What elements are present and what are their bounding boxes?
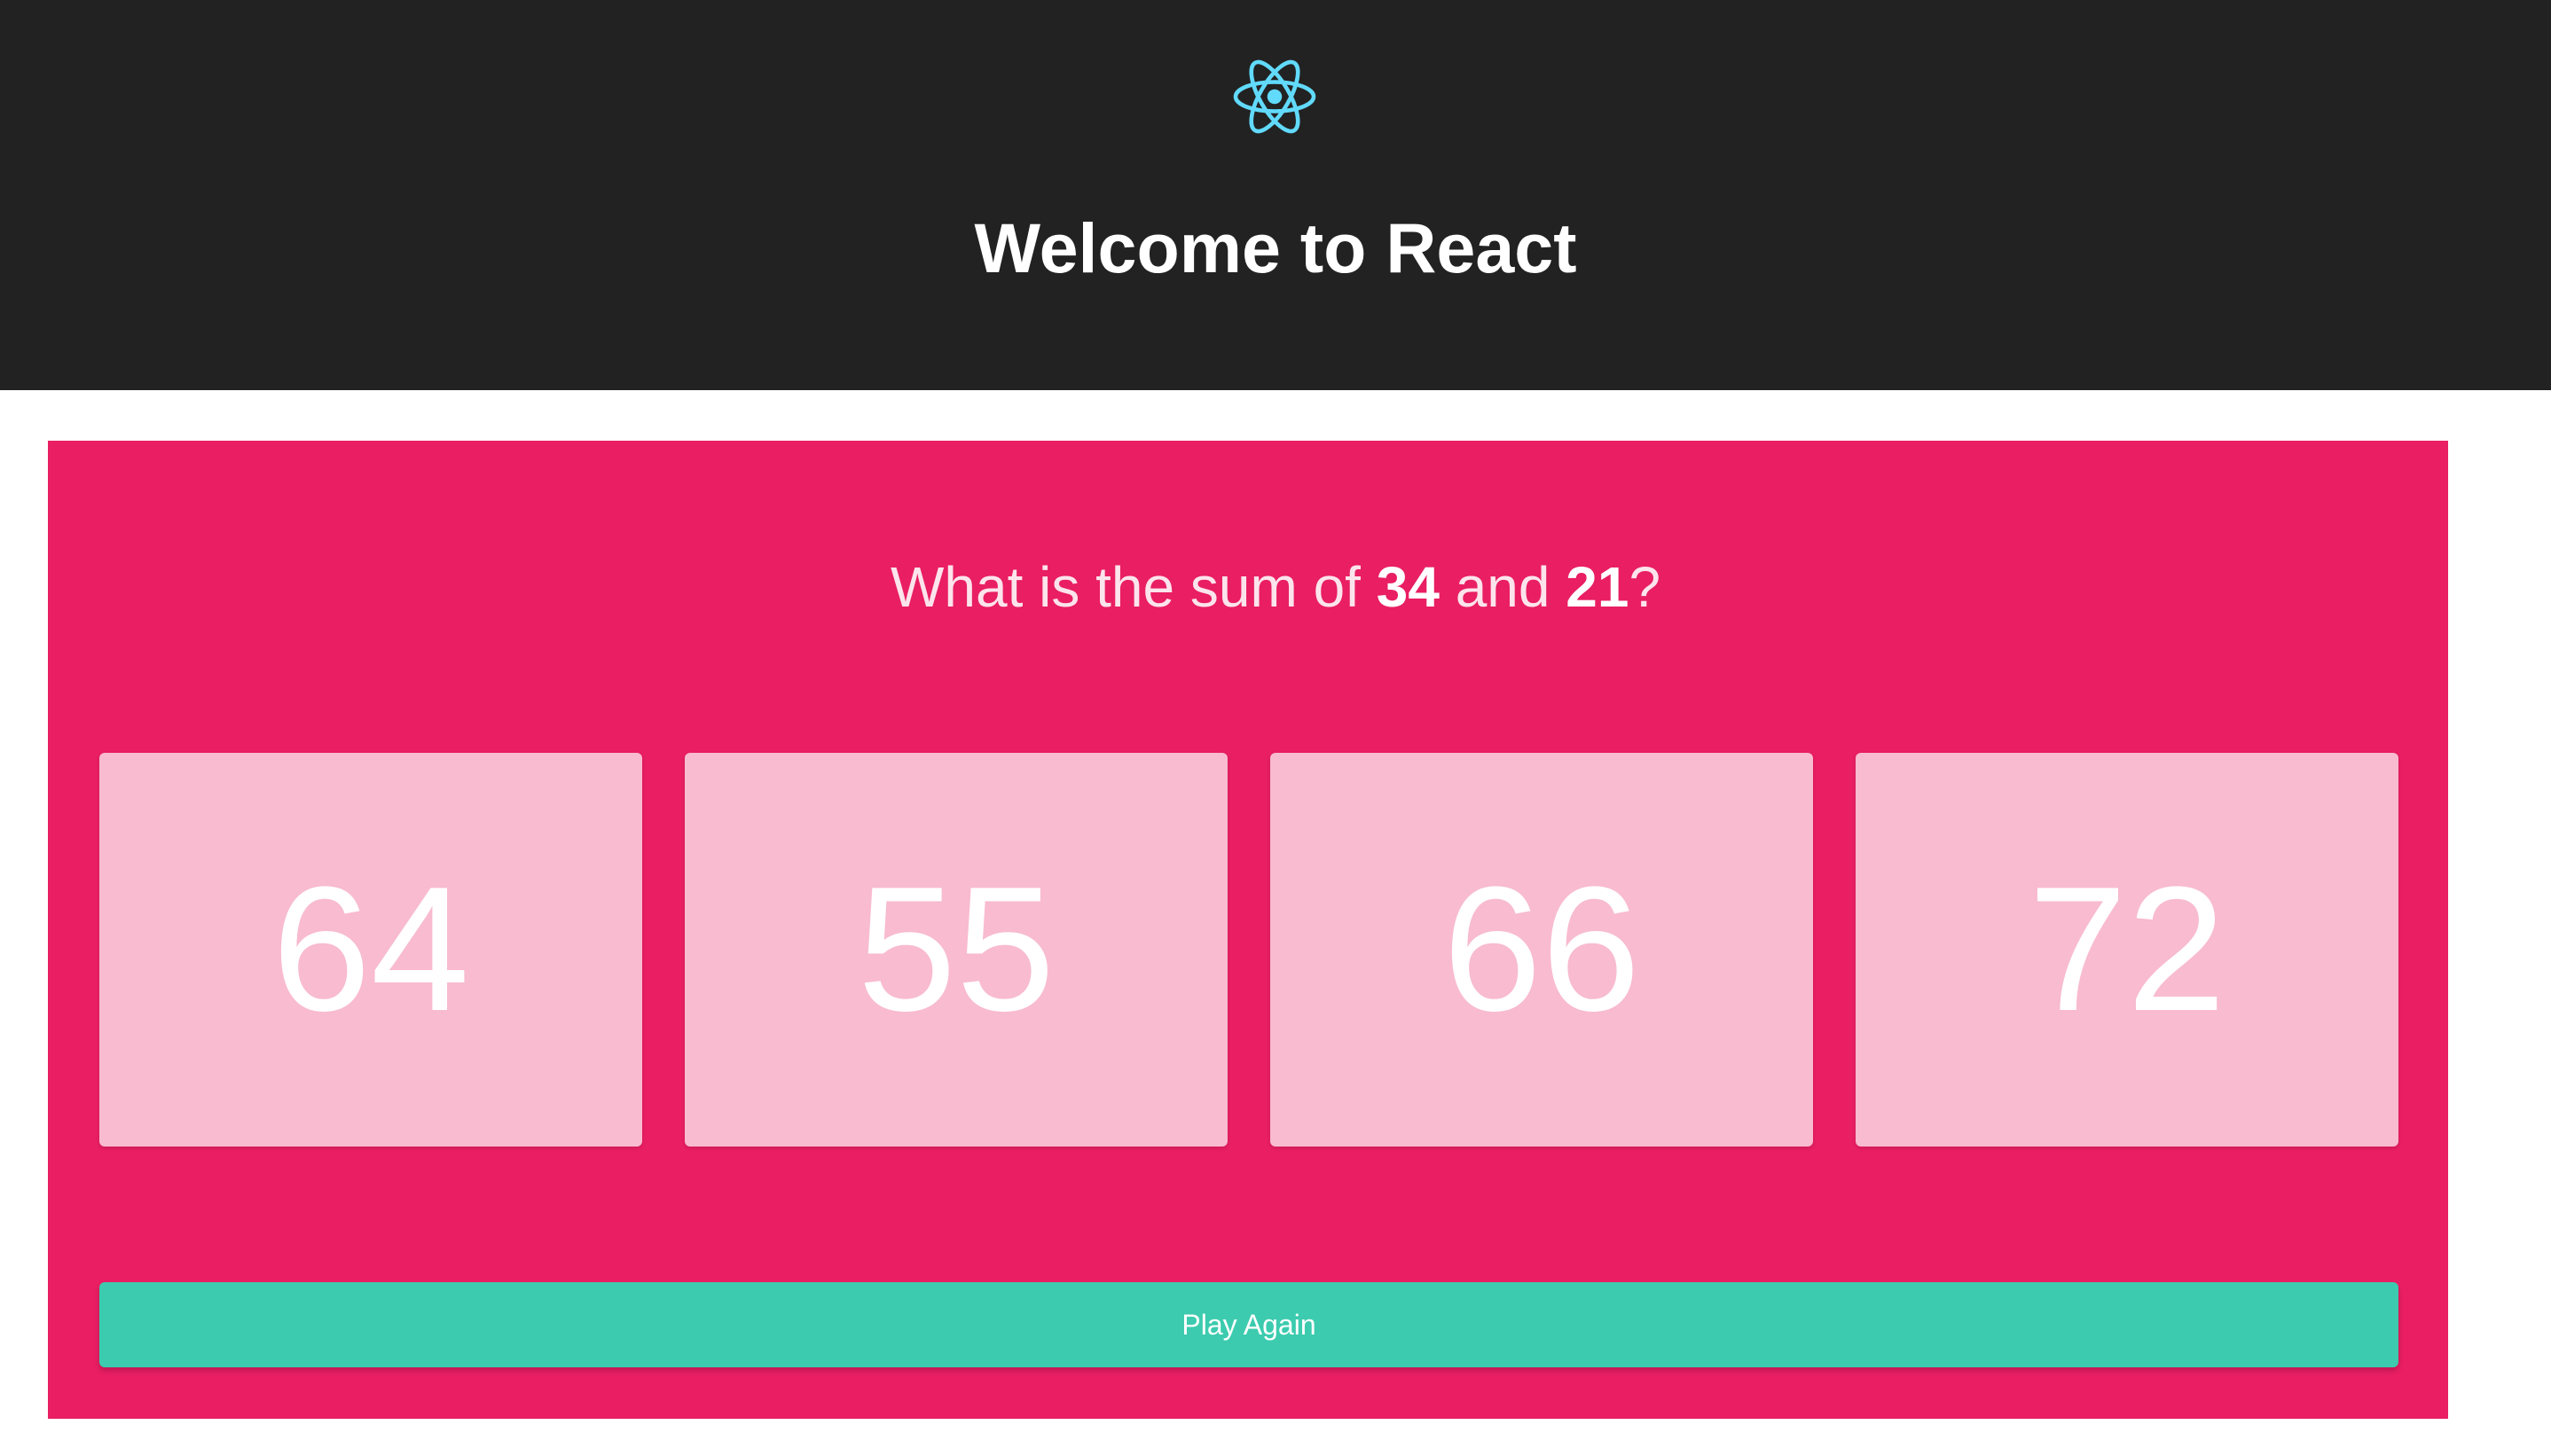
react-logo-icon: [1233, 59, 1316, 134]
answer-option-value: 72: [2028, 850, 2226, 1048]
answer-option-3[interactable]: 66: [1270, 753, 1813, 1147]
answer-option-value: 55: [857, 850, 1056, 1048]
answer-option-1[interactable]: 64: [99, 753, 642, 1147]
question-text: What is the sum of 34 and 21?: [0, 547, 2551, 627]
page-title: Welcome to React: [974, 208, 1577, 287]
answer-option-2[interactable]: 55: [685, 753, 1228, 1147]
answer-option-value: 66: [1442, 850, 1641, 1048]
question-second-number: 21: [1566, 555, 1629, 619]
question-first-number: 34: [1376, 555, 1440, 619]
answer-option-value: 64: [271, 850, 470, 1048]
app-header: Welcome to React: [0, 0, 2551, 390]
question-prefix: What is the sum of: [890, 555, 1377, 619]
play-again-button[interactable]: Play Again: [99, 1282, 2398, 1367]
answer-option-4[interactable]: 72: [1856, 753, 2398, 1147]
question-conjunction: and: [1439, 555, 1566, 619]
question-suffix: ?: [1629, 555, 1661, 619]
